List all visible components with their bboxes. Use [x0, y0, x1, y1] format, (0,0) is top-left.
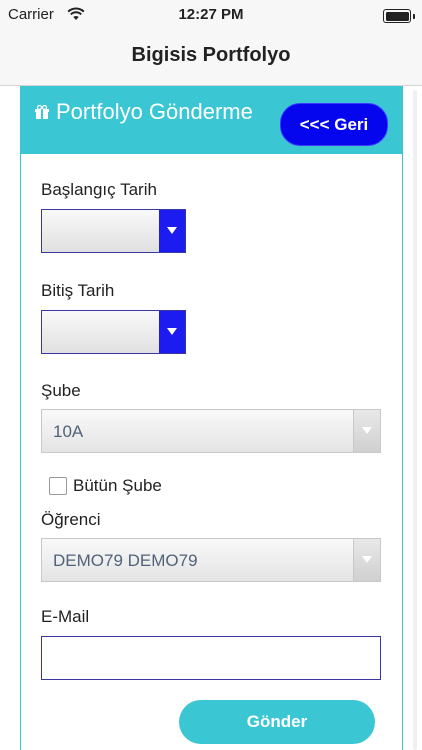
student-select[interactable]: DEMO79 DEMO79	[41, 538, 381, 582]
branch-label: Şube	[41, 381, 81, 400]
student-label: Öğrenci	[41, 510, 101, 529]
email-field[interactable]	[41, 636, 381, 680]
email-label: E-Mail	[41, 607, 90, 626]
portfolio-card: Portfolyo Gönderme <<< Geri Başlangıç Ta…	[20, 86, 403, 750]
end-date-select[interactable]	[41, 310, 186, 354]
chevron-down-icon	[353, 410, 380, 452]
all-branches-checkbox[interactable]	[49, 477, 67, 495]
status-bar: Carrier 12:27 PM	[0, 0, 422, 30]
branch-select[interactable]: 10A	[41, 409, 381, 453]
end-date-label: Bitiş Tarih	[41, 281, 115, 300]
all-branches-label: Bütün Şube	[73, 476, 162, 495]
chevron-down-icon	[353, 539, 380, 581]
scrollbar[interactable]	[413, 90, 417, 750]
chevron-down-icon	[159, 311, 185, 353]
card-header: Portfolyo Gönderme <<< Geri	[21, 86, 402, 154]
navigation-bar: Bigisis Portfolyo	[0, 30, 422, 86]
send-button[interactable]: Gönder	[179, 700, 375, 744]
clock: 12:27 PM	[178, 6, 244, 23]
card-heading: Portfolyo Gönderme	[56, 99, 253, 124]
battery-icon	[383, 9, 415, 23]
back-button[interactable]: <<< Geri	[280, 103, 388, 146]
branch-value: 10A	[53, 422, 84, 441]
page-title: Bigisis Portfolyo	[131, 44, 291, 66]
student-value: DEMO79 DEMO79	[53, 551, 198, 570]
start-date-select[interactable]	[41, 209, 186, 253]
start-date-label: Başlangıç Tarih	[41, 180, 157, 199]
chevron-down-icon	[159, 210, 185, 252]
gift-icon	[35, 105, 49, 119]
